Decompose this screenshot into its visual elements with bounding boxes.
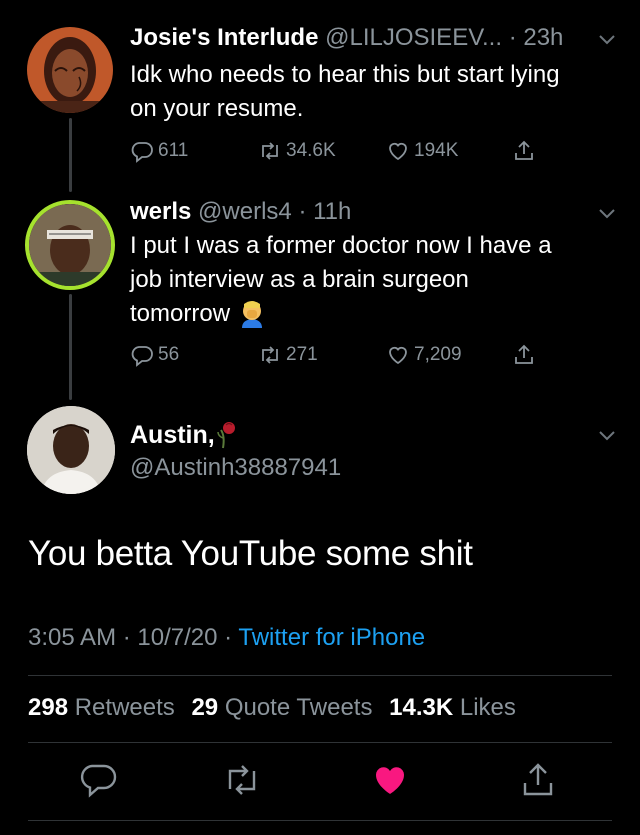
user-handle[interactable]: @LILJOSIEEV... bbox=[325, 24, 502, 51]
like-count: 194K bbox=[414, 140, 459, 161]
likes-label[interactable]: Likes bbox=[460, 694, 516, 721]
tweet-meta: 3:05 AM · 10/7/20 · Twitter for iPhone bbox=[28, 624, 425, 652]
reply-button[interactable]: 56 bbox=[130, 340, 179, 370]
divider bbox=[28, 820, 612, 821]
tweet-text-line: on your resume. bbox=[130, 95, 304, 122]
main-display-name[interactable]: Austin, bbox=[130, 420, 243, 450]
thread-connector bbox=[69, 118, 72, 192]
retweet-count: 34.6K bbox=[286, 140, 336, 161]
tweet-stats: 298 Retweets 29 Quote Tweets 14.3K Likes bbox=[28, 694, 526, 722]
share-icon bbox=[515, 344, 533, 364]
retweet-button[interactable] bbox=[222, 760, 262, 800]
quote-tweets-count[interactable]: 29 bbox=[191, 694, 218, 721]
tweet-text-line: tomorrow bbox=[130, 300, 231, 327]
separator: · bbox=[298, 198, 307, 225]
timestamp[interactable]: 11h bbox=[313, 198, 351, 225]
display-name[interactable]: Austin, bbox=[130, 421, 215, 450]
share-button[interactable] bbox=[518, 760, 558, 800]
tweet-header: werls @werls4 · 11h bbox=[130, 198, 351, 226]
like-icon bbox=[389, 346, 407, 365]
main-user-handle[interactable]: @Austinh38887941 bbox=[130, 454, 341, 482]
tweet-actions: 56 271 7,209 bbox=[130, 340, 560, 370]
like-button[interactable]: 194K bbox=[386, 136, 458, 166]
divider bbox=[28, 675, 612, 676]
like-count: 7,209 bbox=[414, 344, 462, 365]
tweet-source-link[interactable]: Twitter for iPhone bbox=[238, 624, 425, 651]
thread-connector bbox=[69, 294, 72, 400]
reply-count: 56 bbox=[158, 344, 180, 365]
main-tweet-actions bbox=[0, 760, 640, 800]
chevron-down-icon[interactable] bbox=[598, 34, 616, 46]
reply-button[interactable]: 611 bbox=[130, 136, 188, 166]
retweets-label[interactable]: Retweets bbox=[75, 694, 175, 721]
quote-tweets-label[interactable]: Quote Tweets bbox=[225, 694, 373, 721]
tweet-text: Idk who needs to hear this but start lyi… bbox=[130, 58, 610, 126]
timestamp[interactable]: 23h bbox=[523, 24, 563, 51]
like-icon bbox=[375, 767, 405, 794]
separator: · bbox=[508, 24, 517, 51]
tweet-text-line: I put I was a former doctor now I have a bbox=[130, 232, 552, 259]
share-icon bbox=[523, 763, 553, 796]
reply-icon bbox=[80, 764, 117, 798]
tweet-actions: 611 34.6K 194K bbox=[130, 136, 560, 166]
display-name[interactable]: Josie's Interlude bbox=[130, 24, 318, 51]
wilted-rose-emoji bbox=[216, 420, 243, 450]
reply-count: 611 bbox=[158, 140, 189, 161]
likes-count[interactable]: 14.3K bbox=[389, 694, 453, 721]
tweet-time: 3:05 AM bbox=[28, 624, 117, 651]
retweet-icon bbox=[262, 346, 278, 364]
reply-icon bbox=[131, 346, 153, 367]
share-button[interactable] bbox=[512, 340, 540, 370]
tweet-text-line: job interview as a brain surgeon bbox=[130, 266, 469, 293]
share-button[interactable] bbox=[512, 136, 540, 166]
tweet-date: 10/7/20 bbox=[137, 624, 218, 651]
retweet-button[interactable]: 271 bbox=[258, 340, 318, 370]
user-handle[interactable]: @werls4 bbox=[198, 198, 292, 225]
chevron-down-icon[interactable] bbox=[598, 208, 616, 220]
reply-button[interactable] bbox=[78, 760, 118, 800]
avatar[interactable] bbox=[25, 200, 115, 290]
like-button[interactable]: 7,209 bbox=[386, 340, 462, 370]
avatar[interactable] bbox=[27, 406, 115, 494]
retweets-count[interactable]: 298 bbox=[28, 694, 68, 721]
main-tweet-text: You betta YouTube some shit bbox=[28, 534, 473, 573]
like-button[interactable] bbox=[370, 760, 410, 800]
like-icon bbox=[389, 142, 407, 161]
separator: · bbox=[224, 624, 233, 651]
facepalm-emoji bbox=[236, 298, 268, 330]
tweet-text: I put I was a former doctor now I have a… bbox=[130, 229, 610, 331]
avatar[interactable] bbox=[27, 27, 113, 113]
retweet-button[interactable]: 34.6K bbox=[258, 136, 336, 166]
tweet-text-line: Idk who needs to hear this but start lyi… bbox=[130, 61, 560, 88]
retweet-icon bbox=[228, 765, 256, 795]
retweet-icon bbox=[262, 142, 278, 160]
chevron-down-icon[interactable] bbox=[598, 430, 616, 442]
share-icon bbox=[515, 140, 533, 160]
tweet-header: Josie's Interlude @LILJOSIEEV... · 23h bbox=[130, 24, 563, 52]
retweet-count: 271 bbox=[286, 344, 318, 365]
reply-icon bbox=[131, 142, 153, 163]
divider bbox=[28, 742, 612, 743]
display-name[interactable]: werls bbox=[130, 198, 191, 225]
separator: · bbox=[122, 624, 131, 651]
